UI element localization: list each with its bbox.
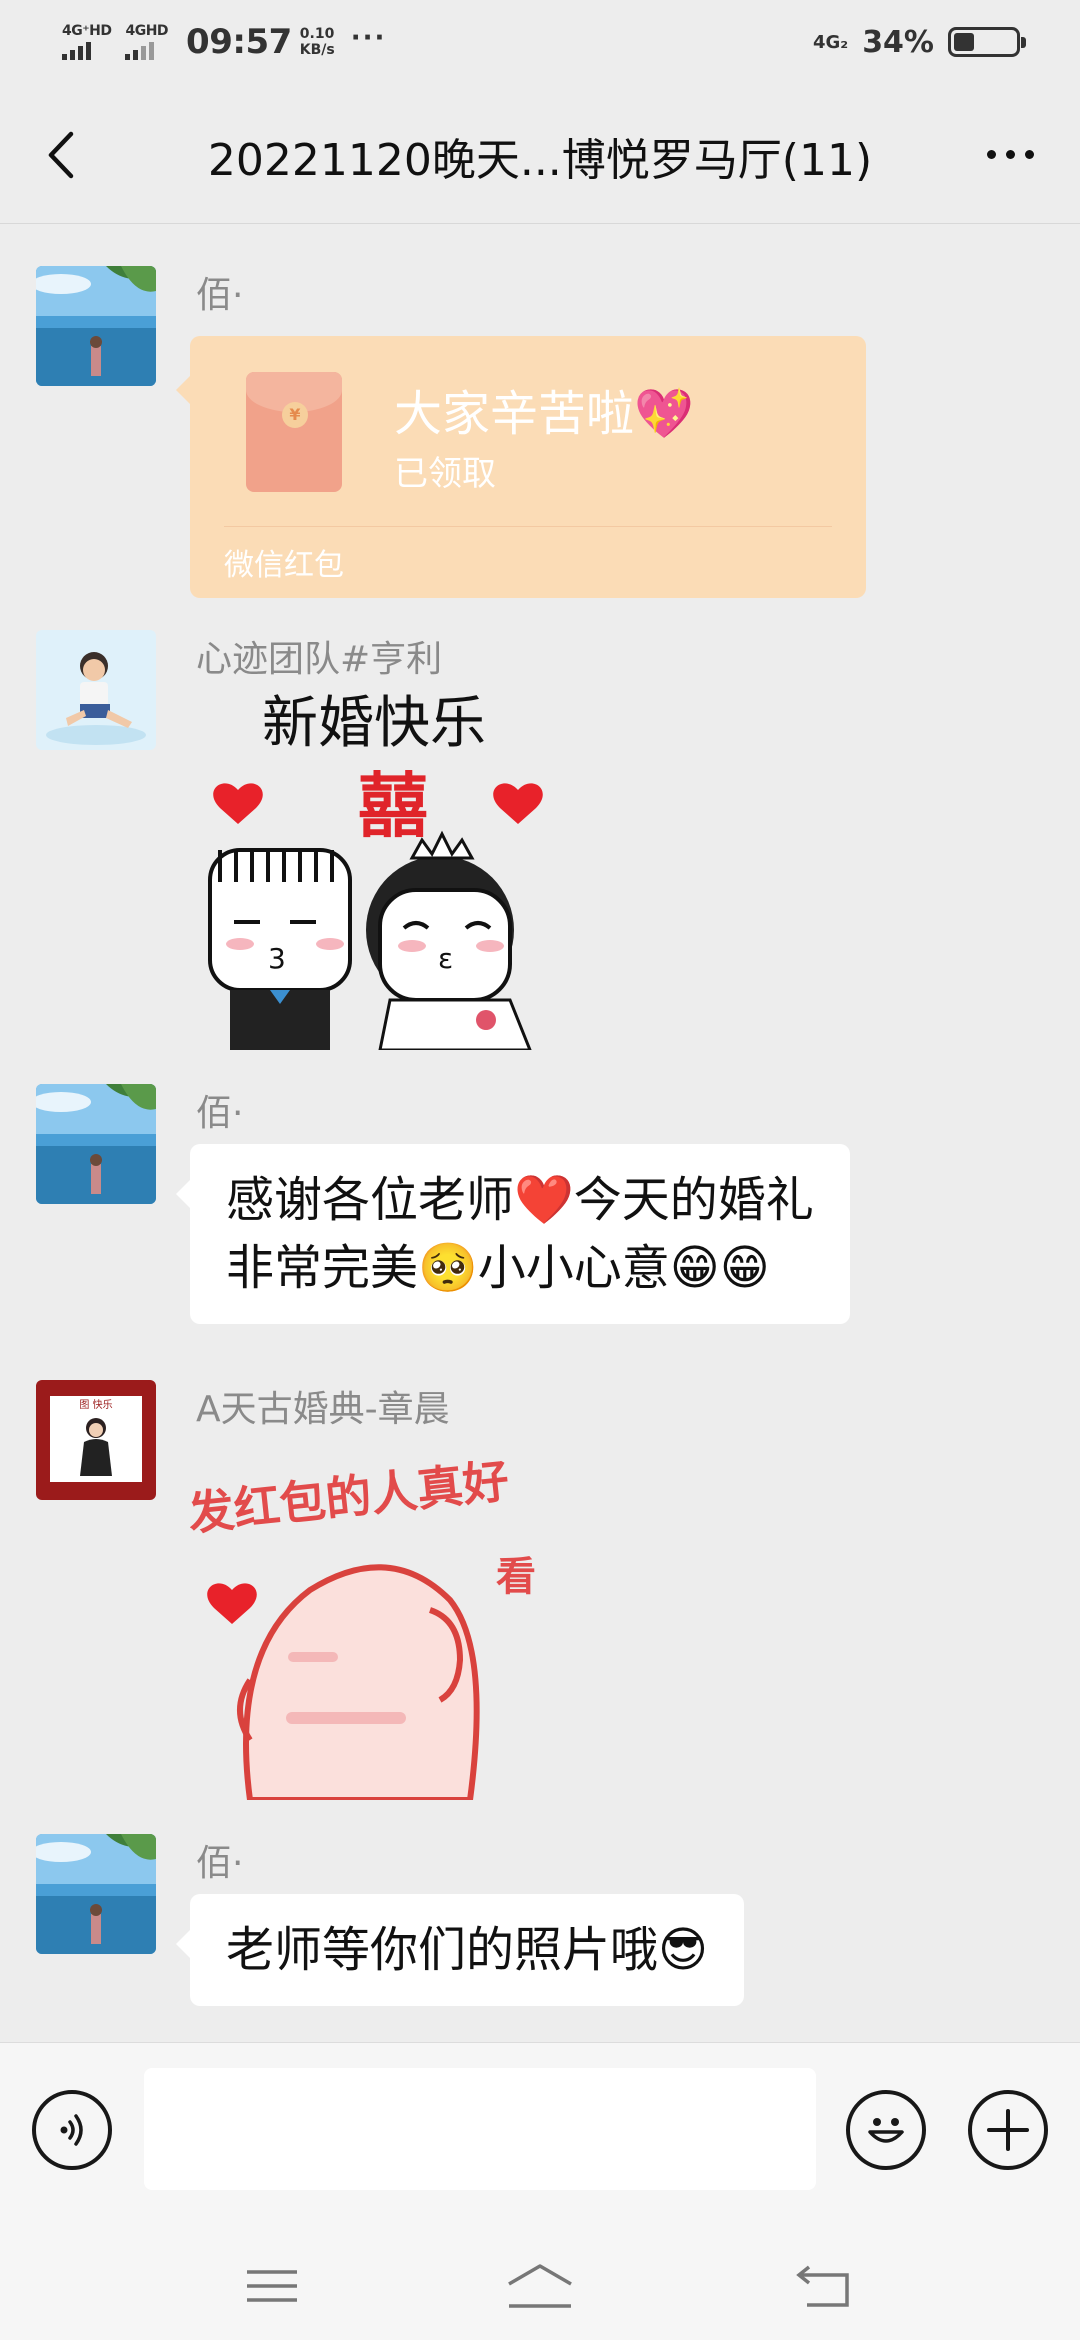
home-button[interactable] <box>490 2254 590 2318</box>
plus-icon <box>987 2109 1029 2151</box>
sender-name: 佰· <box>196 275 244 316</box>
battery-percent: 34% <box>862 24 934 60</box>
avatar[interactable] <box>36 1084 156 1204</box>
wedding-sticker[interactable]: 新婚快乐 囍 3 ε <box>190 690 570 1052</box>
voice-input-button[interactable] <box>32 2090 112 2170</box>
emoji-button[interactable] <box>846 2090 926 2170</box>
battery-fill <box>954 33 974 51</box>
message-line: 非常完美🥺小小心意😁😁 <box>226 1240 770 1296</box>
network-speed: 0.10 KB/s <box>300 26 335 58</box>
message-line: 感谢各位老师❤️今天的婚礼 <box>226 1172 814 1228</box>
status-more-dots: ··· <box>350 23 387 53</box>
message-item: 佰· 感谢各位老师❤️今天的婚礼 非常完美🥺小小心意😁😁 <box>36 1084 936 1344</box>
avatar[interactable] <box>36 630 156 750</box>
message-line: 老师等你们的照片哦😎 <box>226 1922 709 1978</box>
red-packet-divider <box>224 526 832 527</box>
signal-bars-icon <box>62 40 91 60</box>
heart-icon <box>493 783 543 824</box>
message-item: 佰· 老师等你们的照片哦😎 <box>36 1834 936 2034</box>
status-bar: 4G⁺HD 4GHD 09:57 0.10 KB/s ··· 4G₂ 34% <box>0 0 1080 84</box>
svg-text:ε: ε <box>438 942 453 975</box>
system-navigation-bar <box>0 2232 1080 2340</box>
more-dot <box>1024 149 1034 159</box>
red-packet-praise-sticker[interactable]: 发红包的人真好 看 <box>186 1450 610 1803</box>
bald-character-illustration: 发红包的人真好 看 <box>186 1454 536 1803</box>
text-bubble[interactable]: 感谢各位老师❤️今天的婚礼 非常完美🥺小小心意😁😁 <box>176 1144 850 1324</box>
menu-button[interactable] <box>222 2254 322 2318</box>
voice-icon <box>60 2114 83 2146</box>
avatar-seascape-image <box>36 266 156 386</box>
sim2-label: 4GHD <box>125 23 169 39</box>
system-back-button[interactable] <box>774 2254 874 2318</box>
message-item: 图 快乐 A天古婚典-章晨 发红包的人真好 看 <box>36 1380 936 1810</box>
status-time: 09:57 <box>186 22 292 62</box>
sender-name: 佰· <box>196 1843 244 1884</box>
sticker-caption: 发红包的人真好 <box>190 1454 511 1541</box>
speed-value: 0.10 <box>299 26 335 42</box>
avatar-seascape-image <box>36 1084 156 1204</box>
sim1-label: 4G⁺HD <box>62 23 112 39</box>
red-packet-coin: ¥ <box>282 402 308 428</box>
avatar-child-image <box>36 630 156 750</box>
message-item: 心迹团队#亨利 新婚快乐 囍 3 ε <box>36 630 936 1060</box>
more-dot <box>1005 149 1015 159</box>
wedding-couple-illustration: 新婚快乐 囍 3 ε <box>208 691 543 1052</box>
battery-icon <box>948 27 1026 57</box>
more-options-button[interactable] <box>970 124 1050 184</box>
text-bubble[interactable]: 老师等你们的照片哦😎 <box>175 1894 745 2006</box>
avatar-seascape-image <box>36 1834 156 1954</box>
back-arrow-icon <box>796 2265 849 2307</box>
signal-bars-icon <box>125 40 155 60</box>
avatar[interactable]: 图 快乐 <box>36 1380 156 1500</box>
speed-unit: KB/s <box>299 42 335 58</box>
chat-input-bar <box>0 2042 1080 2232</box>
avatar-caption: 图 快乐 <box>79 1399 112 1411</box>
message-item: 佰· ¥ 大家辛苦啦💖 已领取 微信红包 <box>36 266 936 606</box>
red-packet-title: 大家辛苦啦💖 <box>394 386 694 442</box>
message-input[interactable] <box>144 2068 816 2190</box>
heart-icon <box>213 783 263 824</box>
sticker-caption-2: 看 <box>496 1554 536 1600</box>
double-happiness-text: 囍 <box>358 765 428 847</box>
red-packet-card[interactable]: ¥ 大家辛苦啦💖 已领取 微信红包 <box>176 336 866 598</box>
sender-name: A天古婚典-章晨 <box>196 1389 450 1430</box>
sender-name: 心迹团队#亨利 <box>196 639 443 680</box>
red-packet-icon: ¥ <box>246 372 342 492</box>
red-packet-status: 已领取 <box>394 454 496 494</box>
avatar-portrait-image: 图 快乐 <box>36 1380 156 1500</box>
avatar[interactable] <box>36 1834 156 1954</box>
menu-icon <box>247 2270 297 2302</box>
sticker-caption: 新婚快乐 <box>262 691 486 756</box>
sim2-signal: 4GHD <box>125 23 169 60</box>
sender-name: 佰· <box>196 1093 244 1134</box>
network-type: 4G₂ <box>813 31 849 53</box>
avatar[interactable] <box>36 266 156 386</box>
red-packet-footer: 微信红包 <box>224 548 344 583</box>
emoji-icon <box>868 2118 904 2143</box>
home-icon <box>508 2264 572 2308</box>
svg-text:3: 3 <box>268 942 286 975</box>
more-dots-icon <box>986 149 996 159</box>
heart-icon <box>207 1583 257 1624</box>
chat-title: 20221120晚天...博悦罗马厅(11) <box>207 135 873 186</box>
sim1-signal: 4G⁺HD <box>62 23 112 60</box>
chat-header: 20221120晚天...博悦罗马厅(11) <box>0 84 1080 224</box>
add-more-button[interactable] <box>968 2090 1048 2170</box>
